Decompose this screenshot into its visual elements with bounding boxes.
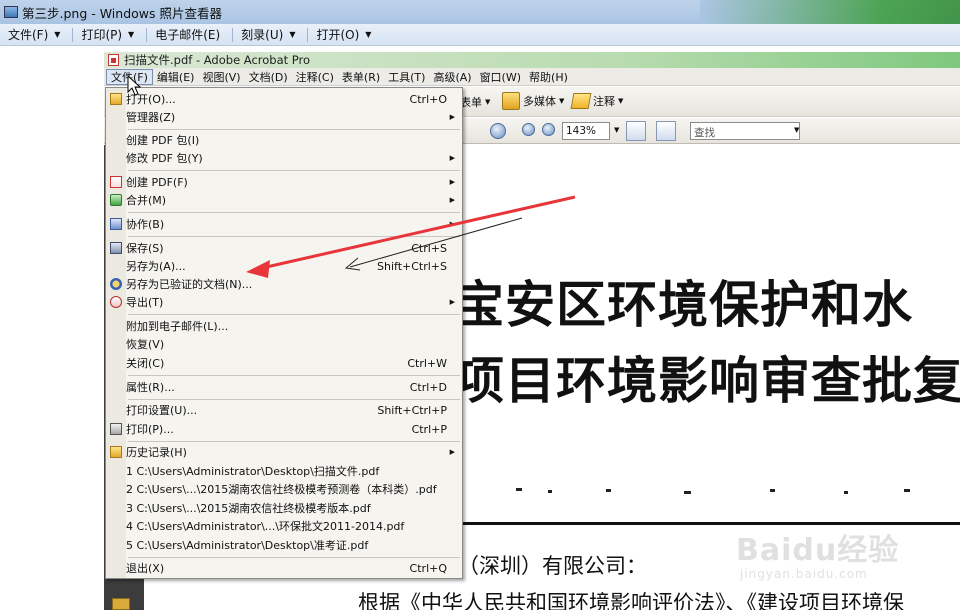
thin-annotation-arrow-head [344, 257, 361, 271]
mouse-cursor-icon [127, 74, 142, 96]
red-annotation-arrow-head [246, 260, 270, 278]
watermark-logo-text: Baidu经验 [736, 533, 900, 568]
annotation-overlay [127, 74, 576, 278]
watermark-url: jingyan.baidu.com [740, 567, 868, 581]
watermark: Baidu经验 jingyan.baidu.com [728, 525, 928, 595]
red-annotation-arrow-shaft [261, 195, 576, 270]
